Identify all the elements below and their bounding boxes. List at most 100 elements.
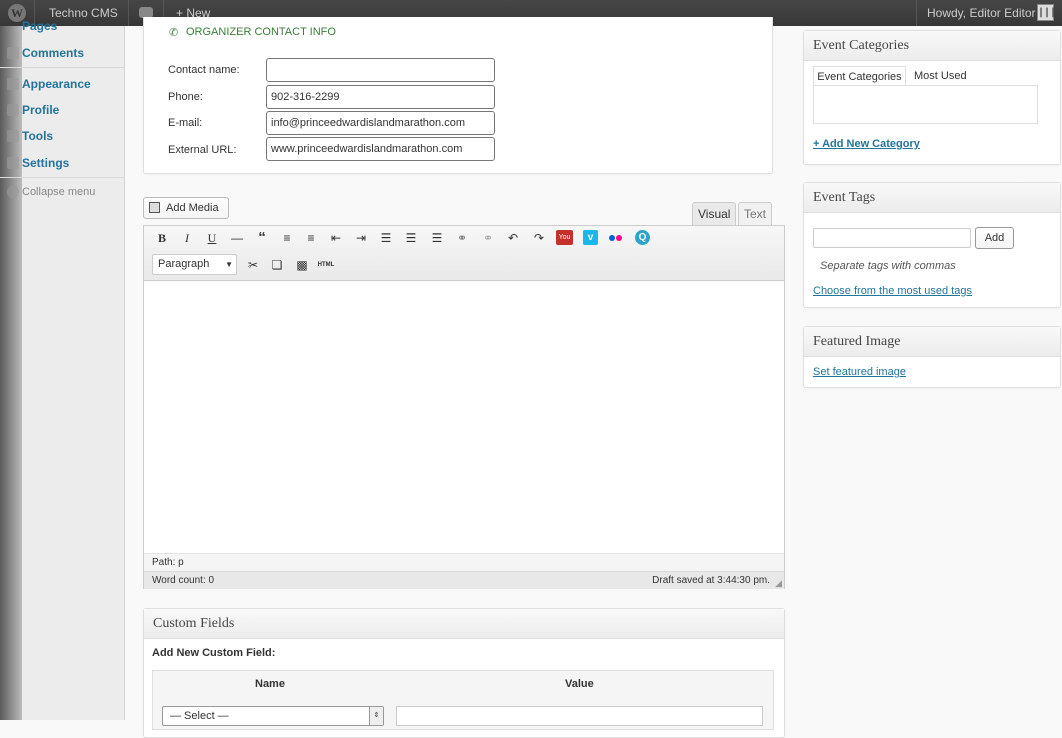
divider (128, 0, 129, 26)
editor-content[interactable] (144, 281, 784, 553)
sidebar-item-label: Settings (22, 156, 70, 170)
numbered-list-icon[interactable]: ≡ (301, 228, 321, 248)
event-categories-title: Event Categories (804, 31, 1060, 61)
paste-icon[interactable]: ▩ (292, 255, 312, 275)
format-select[interactable]: Paragraph ▼ (152, 254, 237, 275)
contact-name-input[interactable] (266, 58, 495, 82)
word-count: Word count: 0 (152, 575, 215, 586)
sidebar-item-label: Comments (22, 46, 85, 60)
divider (0, 67, 125, 68)
editor-path: Path: p (152, 557, 184, 568)
divider (0, 177, 125, 178)
add-tag-label: Add (984, 232, 1005, 244)
sidebar-item-settings[interactable]: Settings (0, 150, 125, 176)
link-icon[interactable]: ⚭ (452, 228, 472, 248)
sidebar-item-label: Profile (22, 103, 60, 117)
external-url-input[interactable] (266, 137, 495, 161)
indent-icon[interactable]: ⇥ (351, 228, 371, 248)
tab-event-categories[interactable]: Event Categories (813, 66, 906, 87)
redo-icon[interactable]: ↷ (529, 228, 549, 248)
sidebar-item-appearance[interactable]: Appearance (0, 71, 125, 97)
name-column-header: Name (255, 678, 285, 690)
tags-hint: Separate tags with commas (820, 260, 956, 272)
contact-name-label: Contact name: (168, 64, 240, 76)
tab-visual-label: Visual (698, 207, 731, 221)
phone-icon: ✆ (169, 27, 179, 39)
divider (916, 0, 917, 26)
comments-icon (7, 47, 19, 59)
add-new-custom-field-label: Add New Custom Field: (152, 647, 276, 659)
sidebar-item-profile[interactable]: Profile (0, 97, 125, 123)
sidebar-item-tools[interactable]: Tools (0, 123, 125, 149)
featured-image-title: Featured Image (804, 327, 1060, 357)
collapse-menu-button[interactable]: Collapse menu (0, 179, 125, 205)
underline-icon[interactable]: U (202, 228, 222, 248)
sidebar-item-pages[interactable]: Pages (0, 14, 125, 38)
tools-icon (7, 130, 19, 142)
sidebar-item-label: Pages (22, 19, 58, 33)
custom-field-value-input[interactable] (396, 706, 763, 726)
categories-list[interactable] (813, 85, 1038, 124)
add-new-category-link[interactable]: + Add New Category (813, 138, 920, 150)
phone-label: Phone: (168, 91, 203, 103)
add-tag-button[interactable]: Add (975, 227, 1014, 249)
external-url-label: External URL: (168, 144, 237, 156)
sidebar-item-comments[interactable]: Comments (0, 40, 125, 66)
tab-most-used-label: Most Used (914, 70, 967, 82)
custom-fields-title: Custom Fields (144, 609, 784, 639)
set-featured-image-link[interactable]: Set featured image (813, 366, 906, 378)
email-input[interactable] (266, 111, 495, 135)
editor-path-bar: Path: p (144, 553, 784, 571)
sidebar-item-label: Appearance (22, 77, 91, 91)
align-center-icon[interactable]: ☰ (401, 228, 421, 248)
tab-event-categories-label: Event Categories (817, 71, 902, 83)
profile-icon (7, 104, 19, 116)
html-icon-label: HTML (317, 262, 335, 268)
media-icon (149, 202, 160, 213)
choose-most-used-tags-link[interactable]: Choose from the most used tags (813, 285, 972, 297)
custom-field-name-select-value: — Select — (170, 710, 229, 722)
flickr-icon[interactable] (606, 228, 626, 248)
resize-handle-icon[interactable]: ◢ (775, 574, 782, 592)
italic-icon[interactable]: I (177, 228, 197, 248)
html-icon[interactable]: HTML (316, 255, 336, 275)
select-arrows-icon: ⇕ (369, 707, 383, 725)
collapse-menu-label: Collapse menu (22, 186, 96, 198)
event-tags-title: Event Tags (804, 183, 1060, 213)
featured-image-box: Featured Image (803, 326, 1061, 388)
chevron-down-icon: ▼ (225, 260, 233, 269)
settings-icon (7, 157, 19, 169)
unlink-icon[interactable]: ⚭ (478, 228, 498, 248)
copy-icon[interactable]: ❏ (267, 255, 287, 275)
howdy-user-link[interactable]: Howdy, Editor Editor (927, 0, 1036, 26)
collapse-icon (7, 186, 19, 198)
tab-visual[interactable]: Visual (692, 202, 737, 225)
horizontal-line-icon[interactable]: — (227, 228, 247, 248)
youtube-icon[interactable]: You (556, 230, 573, 245)
sidebar-item-label: Tools (22, 129, 54, 143)
undo-icon[interactable]: ↶ (503, 228, 523, 248)
align-left-icon[interactable]: ☰ (376, 228, 396, 248)
cut-icon[interactable]: ✂ (243, 255, 263, 275)
align-right-icon[interactable]: ☰ (427, 228, 447, 248)
phone-input[interactable] (266, 85, 495, 109)
organizer-contact-box: ✆ ORGANIZER CONTACT INFO Contact name: P… (143, 17, 773, 174)
tab-text[interactable]: Text (738, 202, 773, 225)
bullet-list-icon[interactable]: ≡ (277, 228, 297, 248)
bold-icon[interactable]: B (152, 228, 172, 248)
value-column-header: Value (565, 678, 594, 690)
draft-saved-status: Draft saved at 3:44:30 pm. (652, 575, 770, 586)
format-select-value: Paragraph (158, 258, 210, 270)
avatar[interactable]: ||| (1037, 4, 1056, 21)
appearance-icon (7, 78, 19, 90)
outdent-icon[interactable]: ⇤ (326, 228, 346, 248)
organizer-heading: ORGANIZER CONTACT INFO (186, 26, 336, 38)
vimeo-icon[interactable]: v (583, 230, 598, 245)
tag-input[interactable] (813, 228, 971, 248)
blockquote-icon[interactable]: “ (252, 228, 272, 248)
add-media-button[interactable]: Add Media (143, 197, 229, 219)
embed-icon[interactable]: Q (635, 230, 650, 245)
tab-text-label: Text (744, 207, 767, 221)
tab-most-used[interactable]: Most Used (914, 66, 967, 87)
custom-field-name-select[interactable]: — Select — ⇕ (162, 706, 384, 726)
